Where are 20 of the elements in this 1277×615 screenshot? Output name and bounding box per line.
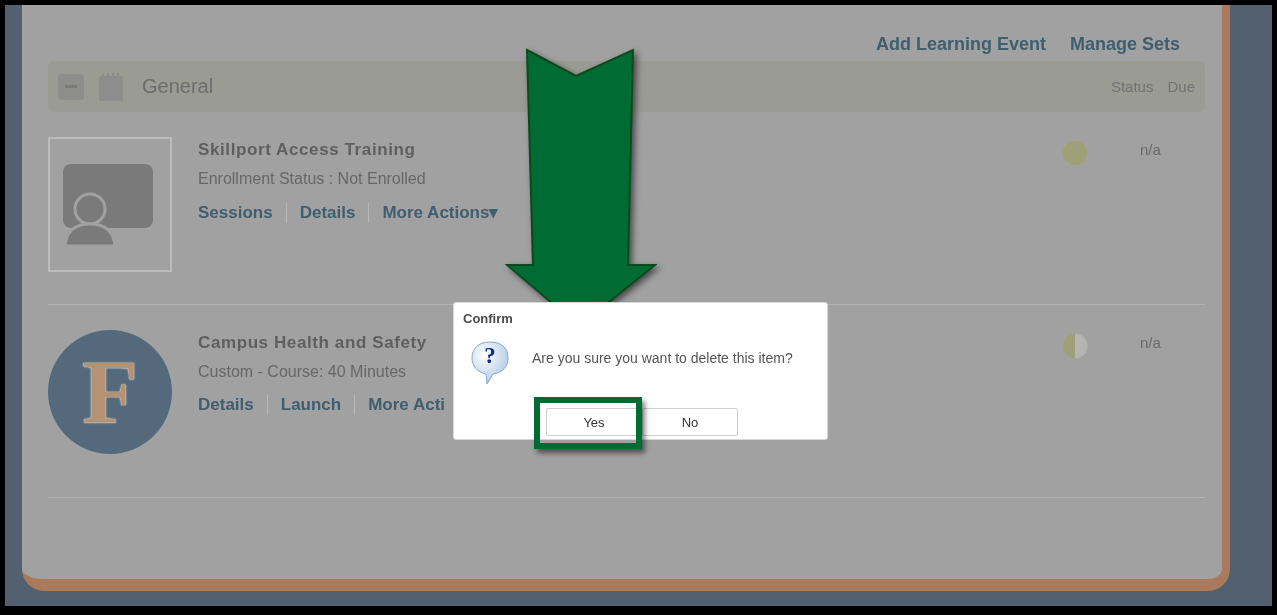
status-icon [1062,333,1088,359]
action-link[interactable]: More Actions▾ [382,202,499,223]
item-title: Skillport Access Training [198,140,417,160]
action-link[interactable]: Launch [280,395,342,415]
action-link[interactable]: Sessions [198,202,273,223]
status-icon [1062,140,1088,166]
collapse-icon[interactable] [58,73,84,100]
dialog-button[interactable]: No [642,408,738,436]
item-subtitle: Enrollment Status : Not Enrolled [198,170,427,188]
college-logo: F [48,330,172,454]
action-link[interactable]: Details [299,202,356,223]
toolbar-link[interactable]: Add Learning Event [875,34,1046,55]
dialog-message: Are you sure you want to delete this item? [532,350,793,366]
item-subtitle: Custom - Course: 40 Minutes [198,363,408,381]
question-icon: ? [471,340,509,386]
item-title: Campus Health and Safety [198,333,428,353]
action-link[interactable]: Details [198,395,254,415]
toolbar-link[interactable]: Manage Sets [1069,34,1180,55]
action-link[interactable]: More Acti [368,395,446,415]
dialog-title: Confirm [463,311,513,326]
